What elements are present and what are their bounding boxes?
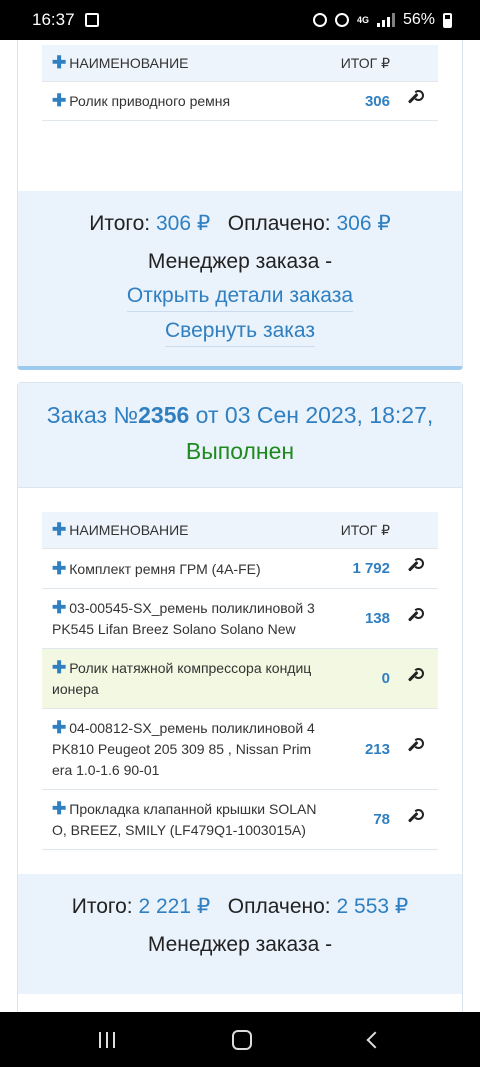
status-time: 16:37	[32, 10, 75, 29]
paid-value: 2 553 ₽	[336, 895, 409, 918]
wrench-icon[interactable]	[408, 607, 424, 624]
wrench-icon[interactable]	[408, 90, 424, 106]
item-total: 138	[364, 610, 390, 627]
order-date: от 03 Сен 2023, 18:27,	[189, 402, 434, 428]
table-header: ✚ НАИМЕНОВАНИЕ ИТОГ ₽	[42, 512, 438, 548]
table-row[interactable]: ✚ Ролик приводного ремня 306	[42, 81, 438, 120]
manager-label: Менеджер заказа -	[147, 933, 333, 956]
table-row[interactable]: ✚ Ролик натяжной компрессора кондиционера…	[42, 648, 438, 708]
item-name: Прокладка клапанной крышки SOLANO, BREEZ…	[52, 801, 317, 838]
item-total: 306	[364, 92, 390, 110]
table-row[interactable]: ✚ Прокладка клапанной крышки SOLANO, BREE…	[42, 789, 438, 849]
manager-label: Менеджер заказа -	[147, 250, 333, 273]
order-items-table: ✚ НАИМЕНОВАНИЕ ИТОГ ₽ ✚ Комплект ремня ГРМ…	[42, 512, 438, 850]
alarm-icon	[334, 13, 349, 27]
home-icon[interactable]	[231, 1029, 252, 1050]
order-title: Заказ №2356 от 03 Сен 2023, 18:27, Выпол…	[38, 397, 442, 469]
order-summary: Итого: 2 221 ₽ Оплачено: 2 553 ₽ Менедже…	[18, 874, 462, 994]
status-bar: 16:37 4G 56%	[0, 0, 480, 40]
previous-order-card: ✚ НАИМЕНОВАНИЕ ИТОГ ₽ ✚ Ролик приводного р…	[17, 40, 463, 370]
totals-line: Итого: 2 221 ₽ Оплачено: 2 553 ₽	[18, 892, 462, 922]
item-name: Ролик натяжной компрессора кондиционера	[52, 660, 312, 697]
wrench-icon[interactable]	[408, 667, 424, 684]
item-name: 04-00812-SX_ремень поликлиновой 4PK810 P…	[52, 720, 315, 778]
wrench-icon[interactable]	[408, 557, 424, 574]
recent-apps-icon[interactable]	[98, 1031, 115, 1048]
header-total: ИТОГ ₽	[340, 54, 390, 71]
back-icon[interactable]	[366, 1031, 384, 1048]
item-total: 1 792	[352, 560, 390, 577]
open-details-link[interactable]: Открыть детали заказа	[126, 281, 354, 312]
expand-row-icon[interactable]: ✚	[52, 91, 66, 110]
paid-label: Оплачено:	[227, 212, 331, 235]
paid-value: 306 ₽	[336, 212, 391, 235]
wrench-icon[interactable]	[408, 808, 424, 825]
expand-row-icon[interactable]: ✚	[52, 559, 66, 578]
total-value: 2 221 ₽	[138, 895, 211, 918]
expand-row-icon[interactable]: ✚	[52, 718, 66, 737]
network-type: 4G	[356, 14, 369, 25]
table-header: ✚ НАИМЕНОВАНИЕ ИТОГ ₽	[42, 45, 438, 81]
table-row[interactable]: ✚ 03-00545-SX_ремень поликлиновой 3PK545 …	[42, 588, 438, 648]
order-card: Заказ №2356 от 03 Сен 2023, 18:27, Выпол…	[17, 382, 463, 1012]
signal-icon	[376, 13, 395, 27]
expand-row-icon[interactable]: ✚	[52, 658, 66, 677]
order-status: Выполнен	[185, 438, 295, 464]
orders-scroll-area[interactable]: ✚ НАИМЕНОВАНИЕ ИТОГ ₽ ✚ Ролик приводного р…	[0, 40, 480, 1012]
gallery-notification-icon	[84, 13, 99, 27]
battery-percent: 56%	[402, 11, 435, 28]
header-name: НАИМЕНОВАНИЕ	[69, 522, 189, 538]
item-total: 0	[381, 670, 390, 687]
paid-label: Оплачено:	[227, 895, 331, 918]
wrench-icon[interactable]	[408, 738, 424, 754]
table-row[interactable]: ✚ Комплект ремня ГРМ (4A-FE) 1 792	[42, 548, 438, 588]
expand-all-icon[interactable]: ✚	[52, 53, 66, 72]
prev-order-summary: Итого: 306 ₽ Оплачено: 306 ₽ Менеджер за…	[18, 191, 462, 366]
expand-row-icon[interactable]: ✚	[52, 799, 66, 818]
totals-line: Итого: 306 ₽ Оплачено: 306 ₽	[18, 209, 462, 239]
item-total: 213	[364, 740, 390, 758]
item-name: 03-00545-SX_ремень поликлиновой 3PK545 L…	[52, 600, 315, 637]
prev-order-items-table: ✚ НАИМЕНОВАНИЕ ИТОГ ₽ ✚ Ролик приводного р…	[42, 45, 438, 121]
total-value: 306 ₽	[155, 212, 211, 235]
total-label: Итого:	[89, 212, 151, 235]
item-total: 78	[373, 811, 390, 828]
data-saver-icon	[312, 13, 327, 27]
table-row[interactable]: ✚ 04-00812-SX_ремень поликлиновой 4PK810 …	[42, 708, 438, 789]
order-header: Заказ №2356 от 03 Сен 2023, 18:27, Выпол…	[18, 383, 462, 488]
expand-row-icon[interactable]: ✚	[52, 598, 66, 617]
order-title-prefix: Заказ №	[46, 402, 139, 428]
battery-icon	[443, 12, 452, 28]
order-number: 2356	[138, 402, 190, 428]
total-label: Итого:	[71, 895, 133, 918]
item-name: Ролик приводного ремня	[69, 93, 231, 109]
item-name: Комплект ремня ГРМ (4A-FE)	[69, 560, 261, 577]
header-name: НАИМЕНОВАНИЕ	[69, 55, 189, 71]
expand-all-icon[interactable]: ✚	[52, 520, 66, 539]
system-nav-bar	[0, 1012, 480, 1067]
header-total: ИТОГ ₽	[340, 521, 390, 538]
collapse-order-link[interactable]: Свернуть заказ	[165, 316, 315, 347]
